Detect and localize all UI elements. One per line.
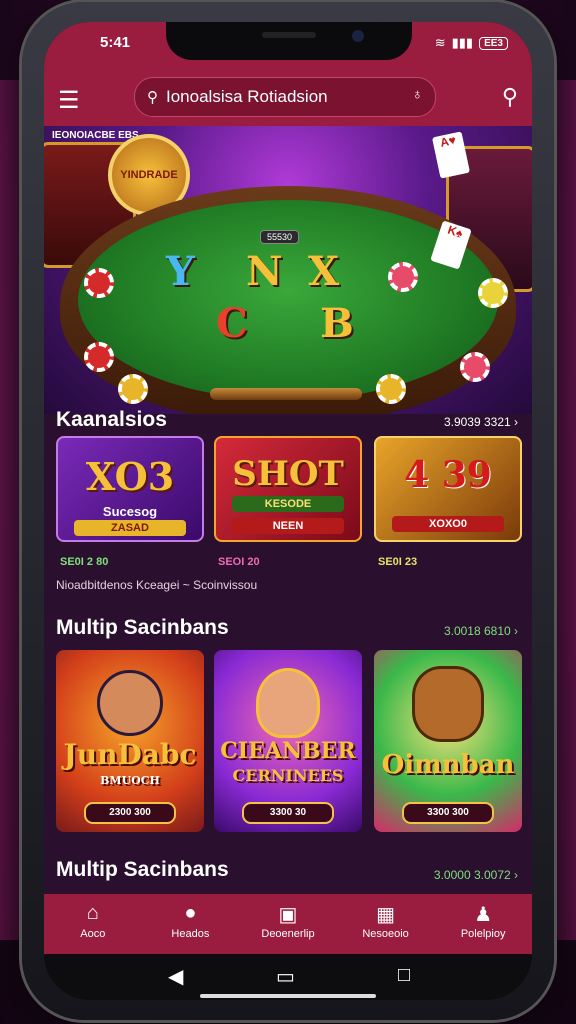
search-text: Ionoalsisa Rotiadsion	[166, 87, 328, 106]
nav-item-wallet[interactable]: ▦ Nesoeoio	[337, 894, 435, 954]
tile-price: SE0I 23	[378, 556, 418, 568]
speaker-grille	[262, 32, 316, 38]
home-button-icon[interactable]: ▭	[276, 964, 295, 989]
home-icon: ⌂	[86, 902, 99, 924]
tile-subtitle: KESODE	[232, 496, 344, 512]
wallet-icon: ▦	[376, 904, 396, 926]
game-price-pill: 3300 300	[402, 802, 494, 824]
tile-subtitle: Sucesog	[102, 504, 158, 519]
back-icon[interactable]: ◀	[168, 964, 183, 989]
poker-chip	[478, 278, 508, 308]
nav-label: Heados	[171, 928, 210, 940]
game-tile[interactable]: SHOT KESODE NEEN	[214, 436, 362, 542]
tile-title: 4 39	[404, 454, 492, 496]
character-art	[412, 666, 484, 742]
section-description: Nioadbitdenos Kceagei ~ Scoinvissou	[56, 578, 258, 592]
camera-notch	[166, 22, 412, 60]
hero-banner[interactable]: IEONOIACBE EBS YINDRADE 55530 Y N X C B …	[44, 126, 532, 414]
table-letter: B	[320, 300, 354, 347]
tile-tag: ZASAD	[74, 520, 186, 536]
tile-price: SE0I 2 80	[60, 556, 109, 568]
nav-label: Deoenerlip	[261, 928, 315, 940]
wifi-icon: ≋	[434, 35, 446, 50]
table-letter: X	[308, 248, 340, 295]
status-time: 5:41	[100, 34, 131, 51]
signal-icon: ▮▮▮	[451, 35, 474, 50]
phone-screen: 5:41 ≋ ▮▮▮ EE3 ☰ ⚲ Ionoalsisa Rotiadsion…	[44, 22, 532, 1000]
section-title-multip-sacinbans: Multip Sacinbans	[56, 616, 229, 639]
poker-chip	[118, 374, 148, 404]
game-tile[interactable]: 4 39 XOXO0	[374, 436, 522, 542]
profile-icon: ♟	[474, 904, 493, 926]
promo-text: IEONOIACBE EBS	[52, 130, 139, 141]
tile-tag: XOXO0	[392, 516, 504, 532]
status-bar: 5:41 ≋ ▮▮▮ EE3	[44, 22, 532, 74]
mic-icon[interactable]: ♁	[412, 86, 423, 103]
table-tag: 55530	[260, 230, 300, 244]
nav-label: Polelpioy	[460, 928, 506, 940]
poker-chip	[376, 374, 406, 404]
character-art	[256, 668, 320, 738]
section-see-all[interactable]: 3.9039 3321 ›	[444, 415, 518, 429]
tile-price: SEOI 20	[218, 556, 260, 568]
poker-chip	[388, 262, 418, 292]
section-see-all[interactable]: 3.0000 3.0072 ›	[434, 868, 518, 882]
tile-title: XO3	[85, 454, 175, 499]
search-icon: ⚲	[147, 89, 158, 106]
tile-tag: NEEN	[232, 518, 344, 534]
search-bar[interactable]: ⚲ Ionoalsisa Rotiadsion ♁	[134, 77, 436, 117]
table-letter: N	[246, 248, 283, 295]
bottom-navigation: ⌂ Aoco ● Heados ▣ Deoenerlip ▦ Nesoeoio …	[44, 894, 532, 954]
deposit-icon: ▣	[278, 904, 298, 926]
chat-icon: ●	[184, 902, 197, 924]
game-tile[interactable]: XO3 Sucesog ZASAD	[56, 436, 204, 542]
game-name: Oimnban	[381, 750, 515, 780]
game-price-pill: 3300 30	[242, 802, 334, 824]
game-subtitle: BMUOCH	[100, 774, 160, 787]
game-card[interactable]: CIEANBER CERNINEES 3300 30	[214, 650, 362, 832]
battery-indicator: EE3	[479, 36, 508, 50]
game-card[interactable]: JunDabc BMUOCH 2300 300	[56, 650, 204, 832]
recents-icon[interactable]: □	[398, 964, 410, 987]
section-title-kaanalsios: Kaanalsios	[56, 408, 167, 431]
nav-label: Aoco	[80, 928, 106, 940]
game-card[interactable]: Oimnban 3300 300	[374, 650, 522, 832]
section-title-multip-sacinbans-2: Multip Sacinbans	[56, 858, 229, 881]
game-price-pill: 2300 300	[84, 802, 176, 824]
front-camera	[352, 30, 364, 42]
nav-label: Nesoeoio	[362, 928, 409, 940]
section-see-all[interactable]: 3.0018 6810 ›	[444, 624, 518, 638]
nav-item-profile[interactable]: ♟ Polelpioy	[434, 894, 532, 954]
game-name: JunDabc	[63, 738, 197, 771]
search-button-icon[interactable]: ⚲	[502, 84, 518, 110]
nav-item-chat[interactable]: ● Heados	[142, 894, 240, 954]
poker-chip	[84, 342, 114, 372]
game-name: CIEANBER	[220, 738, 356, 764]
tile-title: SHOT	[232, 454, 344, 494]
table-letter: Y	[166, 248, 195, 295]
home-indicator[interactable]	[200, 994, 376, 998]
poker-chip	[460, 352, 490, 382]
game-subtitle: CERNINEES	[232, 766, 344, 785]
system-navigation-bar: ◀ ▭ □	[44, 954, 532, 1000]
status-icons: ≋ ▮▮▮ EE3	[435, 35, 508, 51]
character-art	[97, 670, 163, 736]
nav-item-deposit[interactable]: ▣ Deoenerlip	[239, 894, 337, 954]
menu-icon[interactable]: ☰	[58, 86, 80, 115]
playing-card: A♥	[431, 131, 471, 179]
table-letter: C	[216, 300, 248, 347]
nav-item-home[interactable]: ⌂ Aoco	[44, 894, 142, 954]
poker-chip	[84, 268, 114, 298]
app-header: ☰ ⚲ Ionoalsisa Rotiadsion ♁ ⚲	[44, 74, 532, 126]
table-chip-rail	[210, 388, 362, 400]
